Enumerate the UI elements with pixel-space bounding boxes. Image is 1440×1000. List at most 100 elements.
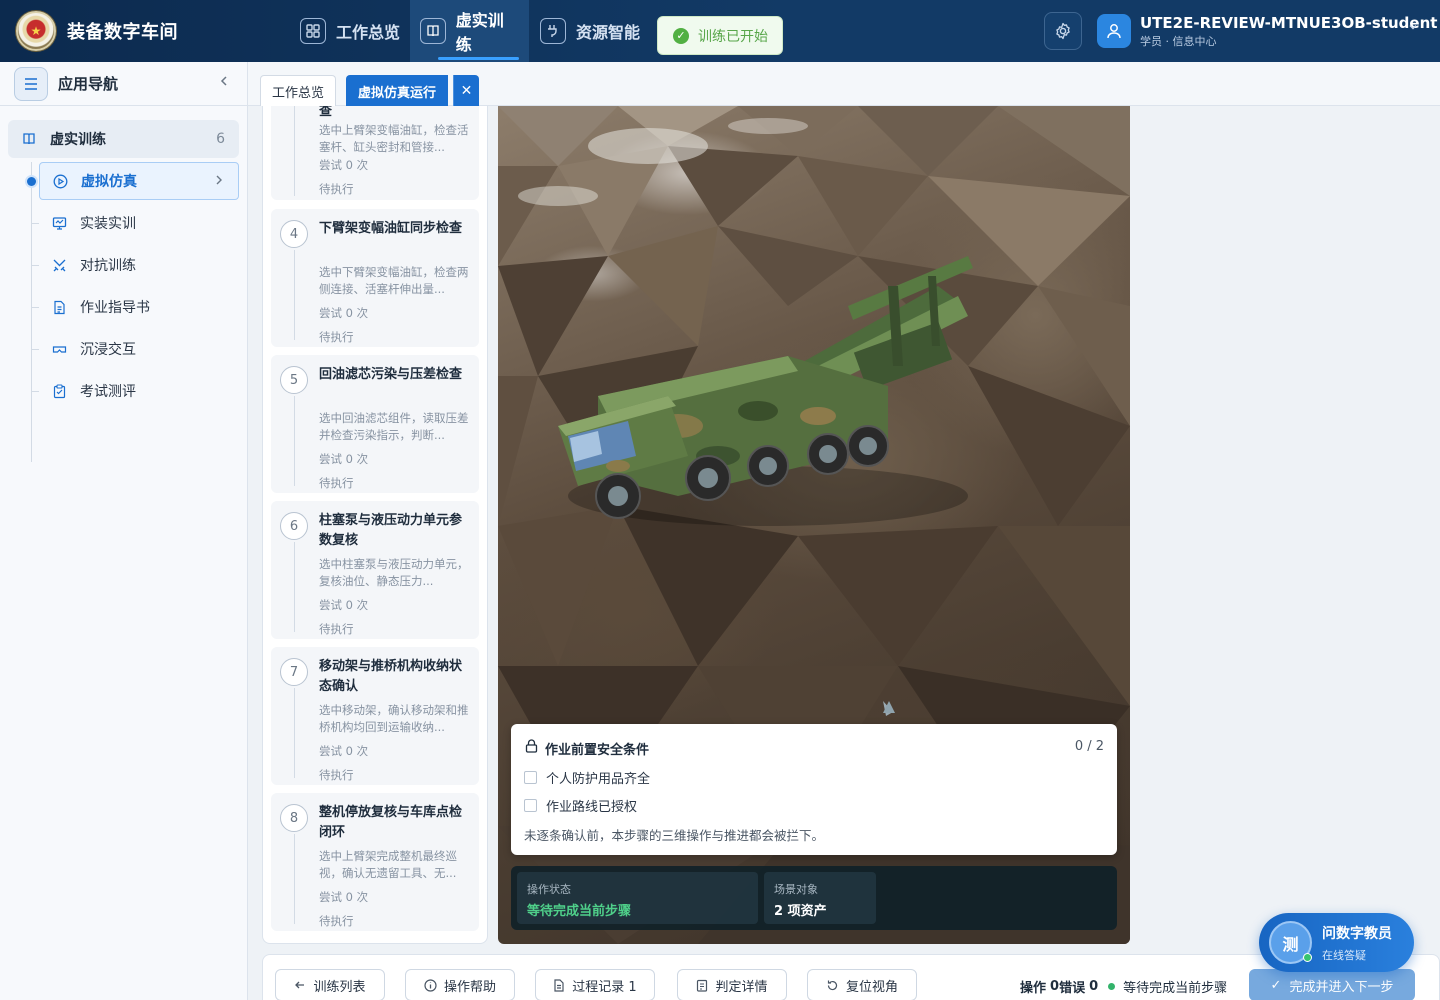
nav-resource-intel[interactable]: 资源智能 — [530, 0, 650, 62]
step-number: 5 — [280, 366, 308, 394]
checkbox-label: 作业路线已授权 — [546, 800, 638, 815]
step-title: 柱塞泵与液压动力单元参数复核 — [319, 513, 463, 548]
emblem-logo — [16, 11, 56, 51]
sidebar: 应用导航 虚实训练 6 虚拟仿真 实装实训 对抗训练 作业指导书 沉浸交互 考试… — [0, 62, 248, 1000]
training-list-button[interactable]: 训练列表 — [275, 969, 385, 1000]
user-icon — [1107, 24, 1121, 39]
step-title: 回油滤芯污染与压差检查 — [319, 367, 463, 382]
step-state: 待执行 — [319, 182, 354, 196]
play-circle-icon — [52, 173, 68, 189]
operation-stats: 操作 0 错误 0 等待完成当前步骤 — [1020, 977, 1227, 996]
sidebar-item-exam[interactable]: 考试测评 — [39, 372, 239, 410]
checkbox[interactable] — [524, 799, 537, 812]
vr-headset-icon — [51, 341, 67, 357]
step-number: 8 — [280, 804, 308, 832]
user-role: 学员 · 信息中心 — [1140, 35, 1217, 48]
step-title: 查 — [319, 106, 333, 119]
safety-title: 作业前置安全条件 — [545, 743, 650, 758]
step-tries: 尝试 0 次 — [319, 598, 369, 612]
rotate-icon — [826, 979, 839, 992]
safety-note: 未逐条确认前，本步骤的三维操作与推进都会被拦下。 — [524, 828, 825, 843]
tree-dot — [27, 177, 36, 186]
nav-label: 工作总览 — [336, 23, 401, 42]
book-icon — [420, 18, 446, 44]
grid-icon — [300, 18, 326, 44]
step-card[interactable]: 7 移动架与推桥机构收纳状态确认 选中移动架，确认移动架和推桥机构均回到运输收纳… — [271, 647, 479, 785]
tab-close-button[interactable]: ✕ — [453, 75, 479, 106]
status-value: 2 项资产 — [774, 904, 827, 919]
sidebar-item-adversarial[interactable]: 对抗训练 — [39, 246, 239, 284]
ask-digital-instructor-button[interactable]: 测 问数字教员 在线答疑 — [1259, 913, 1414, 972]
status-strip: 操作状态 等待完成当前步骤 场景对象 2 项资产 — [511, 866, 1117, 930]
tab-bar: 工作总览 虚拟仿真运行 ✕ — [248, 62, 1440, 106]
menu-toggle-button[interactable] — [14, 66, 48, 101]
step-number: 4 — [280, 220, 308, 248]
settings-button[interactable] — [1044, 12, 1082, 50]
step-state: 待执行 — [319, 330, 354, 344]
cursor-marker — [883, 701, 895, 713]
sidebar-item-label: 沉浸交互 — [80, 342, 136, 358]
safety-check-route[interactable]: 作业路线已授权 — [524, 796, 637, 815]
tab-work-overview[interactable]: 工作总览 — [260, 75, 337, 106]
step-connector — [294, 688, 295, 778]
step-title: 移动架与推桥机构收纳状态确认 — [319, 659, 463, 694]
assistant-subtitle: 在线答疑 — [1322, 949, 1366, 962]
complete-next-step-button[interactable]: ✓ 完成并进入下一步 — [1249, 969, 1415, 1000]
sidebar-item-real-equipment[interactable]: 实装实训 — [39, 204, 239, 242]
chevron-left-icon[interactable] — [217, 74, 231, 88]
sidebar-item-label: 虚拟仿真 — [81, 174, 137, 190]
sidebar-item-label: 对抗训练 — [80, 258, 136, 274]
reset-view-button[interactable]: 复位视角 — [807, 969, 917, 1000]
safety-check-ppe[interactable]: 个人防护用品齐全 — [524, 768, 650, 787]
judge-details-button[interactable]: 判定详情 — [677, 969, 787, 1000]
step-card[interactable]: 查 选中上臂架变幅油缸，检查活塞杆、缸头密封和管接... 尝试 0 次 待执行 — [271, 106, 479, 200]
gear-icon — [1056, 22, 1070, 40]
operation-status-cell: 操作状态 等待完成当前步骤 — [517, 872, 758, 924]
sidebar-group-count: 6 — [216, 131, 225, 147]
plug-icon — [540, 18, 566, 44]
tree-branch — [31, 265, 39, 266]
status-text: 等待完成当前步骤 — [1123, 981, 1228, 996]
errors-label: 错误 — [1059, 981, 1086, 996]
steps-panel[interactable]: 查 选中上臂架变幅油缸，检查活塞杆、缸头密封和管接... 尝试 0 次 待执行 … — [262, 106, 488, 944]
nav-virtual-training[interactable]: 虚实训练 — [410, 0, 529, 62]
arrow-left-icon — [294, 979, 306, 991]
hamburger-icon — [25, 77, 37, 90]
tree-line — [31, 162, 32, 462]
step-connector — [294, 250, 295, 340]
status-value: 等待完成当前步骤 — [527, 904, 632, 919]
chevron-down-icon — [1409, 24, 1417, 30]
sidebar-group-virtual-training[interactable]: 虚实训练 6 — [8, 120, 239, 158]
step-card[interactable]: 5 回油滤芯污染与压差检查 选中回油滤芯组件，读取压差并检查污染指示，判断...… — [271, 355, 479, 493]
bottom-toolbar: 训练列表 操作帮助 过程记录 1 判定详情 复位视角 操作 0 错误 0 等待完… — [262, 954, 1440, 1000]
step-description: 选中回油滤芯组件，读取压差并检查污染指示，判断... — [319, 411, 469, 442]
close-icon: ✕ — [460, 82, 473, 99]
assistant-title: 问数字教员 — [1322, 926, 1392, 942]
tab-virtual-sim-run[interactable]: 虚拟仿真运行 — [346, 75, 449, 106]
top-bar: 装备数字车间 工作总览 虚实训练 资源智能 ✓ 训练已开始 UTE2E-REVI… — [0, 0, 1440, 62]
step-card[interactable]: 8 整机停放复核与车库点检闭环 选中上臂架完成整机最终巡视，确认无遗留工具、无.… — [271, 793, 479, 931]
sidebar-item-work-guide[interactable]: 作业指导书 — [39, 288, 239, 326]
clipboard-icon — [696, 979, 708, 992]
operation-help-button[interactable]: 操作帮助 — [405, 969, 515, 1000]
step-tries: 尝试 0 次 — [319, 158, 369, 172]
button-label: 完成并进入下一步 — [1289, 979, 1394, 995]
step-state: 待执行 — [319, 914, 354, 928]
nav-work-overview[interactable]: 工作总览 — [290, 0, 410, 62]
ops-value: 0 — [1050, 979, 1060, 994]
sidebar-item-label: 考试测评 — [80, 384, 136, 400]
sidebar-item-label: 作业指导书 — [80, 300, 150, 316]
step-card[interactable]: 4 下臂架变幅油缸同步检查 选中下臂架变幅油缸，检查两侧连接、活塞杆伸出量...… — [271, 209, 479, 347]
sidebar-item-virtual-sim[interactable]: 虚拟仿真 — [39, 162, 239, 200]
book-icon — [23, 133, 35, 145]
step-tries: 尝试 0 次 — [319, 744, 369, 758]
swords-icon — [51, 257, 67, 273]
step-tries: 尝试 0 次 — [319, 306, 369, 320]
step-card[interactable]: 6 柱塞泵与液压动力单元参数复核 选中柱塞泵与液压动力单元，复核油位、静态压力.… — [271, 501, 479, 639]
user-menu[interactable]: UTE2E-REVIEW-MTNUE3OB-student 学员 · 信息中心 — [1097, 12, 1437, 52]
process-log-button[interactable]: 过程记录 1 — [535, 969, 655, 1000]
sidebar-item-immersive[interactable]: 沉浸交互 — [39, 330, 239, 368]
step-connector — [294, 542, 295, 632]
step-connector — [294, 834, 295, 924]
checkbox[interactable] — [524, 771, 537, 784]
